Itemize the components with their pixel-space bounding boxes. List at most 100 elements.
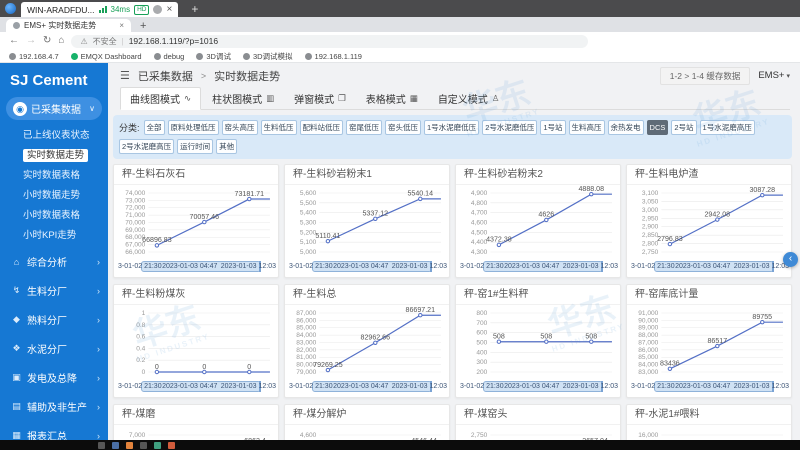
sidebar-subitem[interactable]: 小时KPI走势 — [0, 224, 108, 244]
main-content: ☰ 已采集数据 > 实时数据走势 1-2 > 1-4 缓存数据 EMS+ ▾ 曲… — [108, 63, 800, 450]
rdp-session-title: WIN-ARADFDU... — [27, 5, 95, 15]
svg-text:83,000: 83,000 — [296, 340, 316, 347]
filter-button[interactable]: 原料处理低压 — [168, 120, 219, 135]
filter-button[interactable]: DCS — [647, 120, 669, 135]
bookmark-label: debug — [164, 52, 185, 61]
tab-table[interactable]: 表格模式▦ — [357, 88, 427, 109]
filter-button[interactable]: 余热发电 — [608, 120, 644, 135]
new-tab-button[interactable]: + — [140, 21, 146, 32]
filter-button[interactable]: 窑头高压 — [222, 120, 258, 135]
chart-plot[interactable]: 3,1003,0503,0002,9502,9002,8502,8002,750… — [631, 186, 787, 261]
svg-text:4,300: 4,300 — [471, 249, 488, 256]
breadcrumb-root[interactable]: 已采集数据 — [138, 68, 193, 84]
bookmark-item[interactable]: 3D调试模拟 — [243, 51, 293, 62]
filter-button[interactable]: 1号站 — [540, 120, 565, 135]
line-chart-icon: ∿ — [184, 93, 191, 104]
svg-text:2942.08: 2942.08 — [705, 211, 731, 218]
filter-button[interactable]: 2号水泥磨高压 — [119, 139, 174, 154]
sidebar-item[interactable]: ↯生料分厂› — [0, 276, 108, 305]
bookmark-item[interactable]: EMQX Dashboard — [71, 52, 142, 61]
svg-text:0: 0 — [142, 369, 146, 376]
sidebar-item[interactable]: ▤辅助及非生产› — [0, 392, 108, 421]
close-session-icon[interactable]: × — [166, 5, 172, 15]
sidebar-menu: ⌂综合分析›↯生料分厂›◆熟料分厂›❖水泥分厂›▣发电及总降›▤辅助及非生产›▦… — [0, 247, 108, 450]
workspace-dropdown[interactable]: EMS+ ▾ — [758, 70, 790, 81]
svg-text:5,300: 5,300 — [300, 220, 317, 227]
bookmark-item[interactable]: 192.168.1.119 — [305, 52, 362, 61]
new-session-button[interactable]: + — [191, 2, 198, 16]
taskbar-app-icon[interactable] — [112, 442, 119, 449]
taskbar-app-icon[interactable] — [98, 442, 105, 449]
tab-popup[interactable]: 弹窗模式❐ — [285, 88, 355, 109]
bookmark-item[interactable]: 192.168.4.7 — [9, 52, 59, 61]
svg-text:79269.25: 79269.25 — [313, 362, 343, 369]
x-tick-label: 2023-01-03 12:03 — [221, 263, 276, 270]
x-tick-label: 2023-01-03 12:03 — [563, 383, 618, 390]
taskbar-app-icon[interactable] — [154, 442, 161, 449]
filter-button[interactable]: 2号站 — [671, 120, 696, 135]
sidebar-subitem[interactable]: 小时数据走势 — [0, 184, 108, 204]
sidebar-subitem[interactable]: 已上线仪表状态 — [0, 124, 108, 144]
sidebar-subitem[interactable]: 实时数据表格 — [0, 164, 108, 184]
filter-button[interactable]: 2号水泥磨低压 — [482, 120, 537, 135]
bookmark-item[interactable]: debug — [154, 52, 185, 61]
filter-button[interactable]: 1号水泥磨高压 — [700, 120, 755, 135]
browser-tab-title: EMS+ 实时数据走势 — [24, 20, 96, 31]
hamburger-icon[interactable]: ☰ — [120, 69, 130, 82]
sidebar-subitem[interactable]: 小时数据表格 — [0, 204, 108, 224]
tab-user[interactable]: 自定义模式♙ — [429, 88, 509, 109]
chart-plot[interactable]: 91,00090,00089,00088,00087,00086,00085,0… — [631, 306, 787, 381]
chart-plot[interactable]: 800700600500400300200508508508 — [460, 306, 616, 381]
back-icon[interactable]: ← — [9, 36, 19, 46]
tab-line-chart[interactable]: 曲线图模式∿ — [120, 87, 201, 110]
taskbar-app-icon[interactable] — [168, 442, 175, 449]
chart-x-axis: 3-01-02 21:302023-01-03 04:472023-01-03 … — [289, 381, 445, 394]
filter-button[interactable]: 生料低压 — [261, 120, 297, 135]
rdp-session-tab[interactable]: WIN-ARADFDU... 34ms HD × — [21, 2, 178, 17]
filter-button[interactable]: 窑尾低压 — [346, 120, 382, 135]
sidebar-item[interactable]: ◆熟料分厂› — [0, 305, 108, 334]
warning-icon: ⚠ — [80, 37, 87, 46]
cache-data-button[interactable]: 1-2 > 1-4 缓存数据 — [660, 67, 751, 85]
filter-button[interactable]: 全部 — [144, 120, 165, 135]
taskbar-app-icon[interactable] — [140, 442, 147, 449]
group-label: 已采集数据 — [31, 101, 85, 116]
sidebar-item[interactable]: ▣发电及总降› — [0, 363, 108, 392]
chart-plot[interactable]: 10.80.60.40.20000 — [118, 306, 274, 381]
panel-toggle-button[interactable]: ‹ — [783, 252, 798, 267]
x-tick-label: 2023-01-03 12:03 — [734, 263, 789, 270]
url-field[interactable]: ⚠ 不安全 | 192.168.1.119/?p=1016 — [71, 35, 587, 48]
taskbar-app-icon[interactable] — [126, 442, 133, 449]
bookmark-item[interactable]: 3D调试 — [196, 51, 231, 62]
chart-plot[interactable]: 5,6005,5005,4005,3005,2005,1005,0005110.… — [289, 186, 445, 261]
x-tick-label: 2023-01-03 12:03 — [734, 383, 789, 390]
reload-icon[interactable]: ↻ — [43, 36, 51, 46]
forward-icon[interactable]: → — [26, 36, 36, 46]
chart-title: 秤-煤窑头 — [456, 405, 620, 425]
filter-button[interactable]: 生料高压 — [569, 120, 605, 135]
sidebar-item[interactable]: ⌂综合分析› — [0, 247, 108, 276]
chart-plot[interactable]: 4,9004,8004,7004,6004,5004,4004,3004372.… — [460, 186, 616, 261]
svg-text:87,000: 87,000 — [638, 340, 658, 347]
security-label: 不安全 — [93, 36, 117, 47]
sidebar-subitem[interactable]: 实时数据走势 — [0, 144, 108, 164]
chart-plot[interactable]: 74,00073,00072,00071,00070,00069,00068,0… — [118, 186, 274, 261]
filter-button[interactable]: 配料站低压 — [300, 120, 344, 135]
tab-bar-chart[interactable]: 柱状图模式▥ — [203, 88, 283, 109]
home-icon[interactable]: ⌂ — [58, 36, 64, 46]
sidebar-item[interactable]: ❖水泥分厂› — [0, 334, 108, 363]
chart-title: 秤-生料砂岩粉末1 — [285, 165, 449, 185]
close-tab-icon[interactable]: × — [119, 21, 124, 30]
chevron-right-icon: › — [97, 286, 100, 296]
svg-text:73,000: 73,000 — [125, 197, 145, 204]
filter-button[interactable]: 窑头低压 — [385, 120, 421, 135]
sidebar-item-label: 熟料分厂 — [27, 312, 67, 327]
sidebar-group-collected-data[interactable]: ◉ 已采集数据 ∨ — [6, 97, 102, 120]
chart-plot[interactable]: 87,00086,00085,00084,00083,00082,00081,0… — [289, 306, 445, 381]
svg-text:83,000: 83,000 — [638, 369, 658, 376]
browser-tab[interactable]: EMS+ 实时数据走势 × — [6, 19, 131, 32]
droplet-icon: ◆ — [11, 314, 22, 325]
filter-button[interactable]: 运行时间 — [177, 139, 213, 154]
filter-button[interactable]: 其他 — [216, 139, 237, 154]
filter-button[interactable]: 1号水泥磨低压 — [424, 120, 479, 135]
